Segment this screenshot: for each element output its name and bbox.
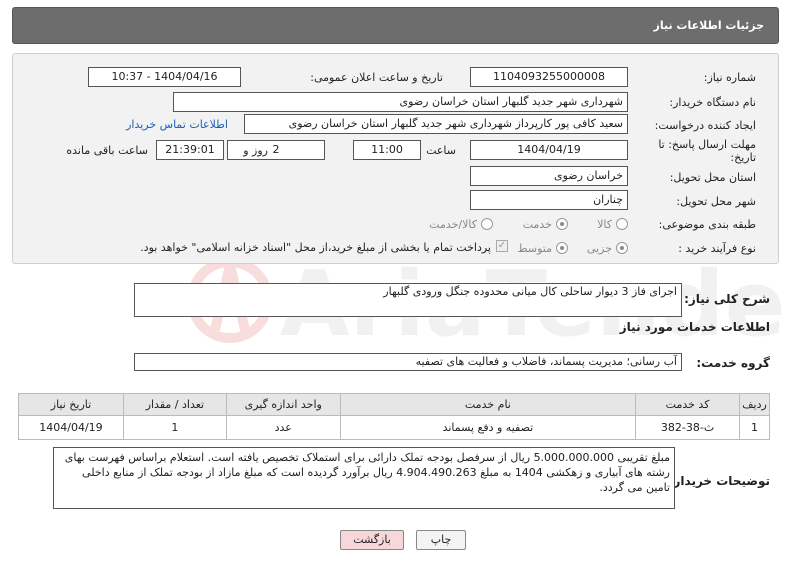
cell-code: ث-38-382: [635, 415, 741, 440]
table-header-row: ردیف کد خدمت نام خدمت واحد اندازه گیری ت…: [18, 393, 770, 416]
city-field: چناران: [470, 190, 628, 210]
days-and-label: روز و: [243, 144, 268, 157]
cell-qty: 1: [122, 415, 227, 440]
time-label: ساعت: [426, 144, 456, 157]
category-radio-goods-service[interactable]: [481, 218, 493, 230]
buyer-notes-label: توضیحات خریدار:: [668, 474, 770, 488]
col-date-header: تاریخ نیاز: [18, 393, 124, 416]
category-radio-service[interactable]: [556, 218, 568, 230]
process-radio-medium[interactable]: [556, 242, 568, 254]
payment-note: پرداخت تمام یا بخشی از مبلغ خرید،از محل …: [140, 241, 491, 254]
general-desc-label: شرح کلی نیاز:: [684, 292, 770, 306]
cell-row: 1: [739, 415, 770, 440]
need-number-label: شماره نیاز:: [703, 71, 756, 84]
page: جزئیات اطلاعات نیاز AriaTender.neT شماره…: [0, 0, 788, 566]
province-field: خراسان رضوی: [470, 166, 628, 186]
requester-field: سعید کافی پور کارپرداز شهرداری شهر جدید …: [244, 114, 628, 134]
print-button[interactable]: چاپ: [416, 530, 466, 550]
title-bar: جزئیات اطلاعات نیاز: [12, 7, 779, 44]
cell-date: 1404/04/19: [18, 415, 124, 440]
remaining-time-field: 21:39:01: [156, 140, 224, 160]
city-label: شهر محل تحویل:: [676, 195, 756, 208]
service-group-label: گروه خدمت:: [696, 356, 770, 370]
info-panel: شماره نیاز: 1104093255000008 تاریخ و ساع…: [12, 53, 779, 264]
deadline-label: مهلت ارسال پاسخ: تا تاریخ:: [658, 138, 756, 164]
province-label: استان محل تحویل:: [669, 171, 756, 184]
services-info-heading: اطلاعات خدمات مورد نیاز: [619, 320, 770, 334]
process-option-minor: جزیی: [586, 242, 612, 255]
col-name-header: نام خدمت: [339, 393, 637, 416]
category-option-goods-service: کالا/خدمت: [429, 218, 477, 231]
services-table: ردیف کد خدمت نام خدمت واحد اندازه گیری ت…: [18, 393, 770, 440]
col-qty-header: تعداد / مقدار: [122, 393, 227, 416]
remaining-label: ساعت باقی مانده: [66, 144, 148, 157]
col-unit-header: واحد اندازه گیری: [225, 393, 341, 416]
process-option-medium: متوسط: [517, 242, 552, 255]
buyer-org-field: شهرداری شهر جدید گلبهار استان خراسان رضو…: [173, 92, 628, 112]
buyer-notes-field: مبلغ تقریبی 5.000.000.000 ریال از سرفصل …: [53, 447, 675, 509]
need-number-field: 1104093255000008: [470, 67, 628, 87]
service-group-field: آب رسانی؛ مدیریت پسماند، فاضلاب و فعالیت…: [134, 353, 682, 371]
treasury-checkbox[interactable]: ✓: [496, 240, 508, 252]
category-radio-goods[interactable]: [616, 218, 628, 230]
category-option-service: خدمت: [522, 218, 552, 231]
buyer-org-label: نام دستگاه خریدار:: [669, 96, 756, 109]
cell-unit: عدد: [225, 415, 341, 440]
page-title: جزئیات اطلاعات نیاز: [653, 19, 765, 32]
col-code-header: کد خدمت: [635, 393, 741, 416]
general-desc-field: اجرای فاز 3 دیوار ساحلی کال میانی محدوده…: [134, 283, 682, 317]
table-row: 1 ث-38-382 تصفیه و دفع پسماند عدد 1 1404…: [18, 415, 770, 440]
category-label: طبقه بندی موضوعی:: [658, 218, 756, 231]
announce-datetime-label: تاریخ و ساعت اعلان عمومی:: [310, 71, 443, 84]
col-row-header: ردیف: [739, 393, 770, 416]
back-button[interactable]: بازگشت: [340, 530, 404, 550]
cell-name: تصفیه و دفع پسماند: [339, 415, 637, 440]
category-option-goods: کالا: [597, 218, 612, 231]
announce-datetime-field: 1404/04/16 - 10:37: [88, 67, 241, 87]
buyer-contact-link[interactable]: اطلاعات تماس خریدار: [126, 118, 228, 131]
deadline-date-field: 1404/04/19: [470, 140, 628, 160]
days-field: 2: [227, 140, 325, 160]
deadline-time-field: 11:00: [353, 140, 421, 160]
process-type-label: نوع فرآیند خرید :: [678, 242, 756, 255]
process-radio-minor[interactable]: [616, 242, 628, 254]
requester-label: ایجاد کننده درخواست:: [654, 119, 756, 132]
